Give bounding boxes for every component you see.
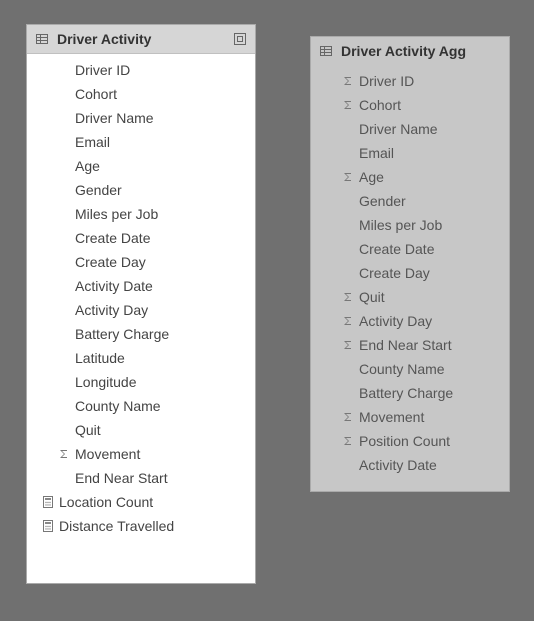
field-label: Age [75, 157, 245, 176]
field-row[interactable]: Distance Travelled [27, 514, 255, 538]
field-row[interactable]: Email [311, 141, 509, 165]
field-row[interactable]: Driver Name [311, 117, 509, 141]
field-row[interactable]: Cohort [311, 93, 509, 117]
field-row[interactable]: Latitude [27, 346, 255, 370]
panel-header[interactable]: Driver Activity [27, 25, 255, 54]
field-label: Driver Name [75, 109, 245, 128]
field-label: Miles per Job [75, 205, 245, 224]
field-row[interactable]: Activity Date [27, 274, 255, 298]
field-row[interactable]: Battery Charge [27, 322, 255, 346]
field-row[interactable]: Email [27, 130, 255, 154]
panel-body: Driver ID Cohort Driver Name Email Age Gender… [27, 54, 255, 550]
sigma-icon [53, 448, 75, 460]
field-row[interactable]: Driver ID [27, 58, 255, 82]
field-row[interactable]: Activity Day [27, 298, 255, 322]
field-row[interactable]: Create Day [311, 261, 509, 285]
field-label: Email [359, 144, 499, 163]
field-label: Distance Travelled [59, 517, 245, 536]
table-icon [319, 44, 333, 58]
field-label: Position Count [359, 432, 499, 451]
panel-body: Driver ID Cohort Driver Name Email Age Gender… [311, 65, 509, 489]
field-label: Create Day [75, 253, 245, 272]
field-label: Battery Charge [359, 384, 499, 403]
field-row[interactable]: Create Date [27, 226, 255, 250]
field-label: Cohort [75, 85, 245, 104]
field-label: End Near Start [359, 336, 499, 355]
field-row[interactable]: Age [27, 154, 255, 178]
panel-title: Driver Activity Agg [341, 43, 501, 59]
field-row[interactable]: Create Day [27, 250, 255, 274]
field-row[interactable]: Driver ID [311, 69, 509, 93]
field-label: County Name [359, 360, 499, 379]
sigma-icon [337, 99, 359, 111]
table-panel-driver-activity-agg[interactable]: Driver Activity AggDriver IDCohortDriver… [310, 36, 510, 492]
field-label: Gender [359, 192, 499, 211]
sigma-icon [337, 291, 359, 303]
field-row[interactable]: Create Date [311, 237, 509, 261]
field-label: Driver ID [359, 72, 499, 91]
field-row[interactable]: End Near Start [311, 333, 509, 357]
field-row[interactable]: Age [311, 165, 509, 189]
sigma-icon [337, 339, 359, 351]
field-label: Latitude [75, 349, 245, 368]
field-label: County Name [75, 397, 245, 416]
field-row[interactable]: Movement [311, 405, 509, 429]
field-row[interactable]: Cohort [27, 82, 255, 106]
table-panel-driver-activity[interactable]: Driver Activity Driver ID Cohort Driver Nam… [26, 24, 256, 584]
field-row[interactable]: Position Count [311, 429, 509, 453]
sigma-icon [337, 75, 359, 87]
sigma-icon [337, 315, 359, 327]
field-row[interactable]: Gender [311, 189, 509, 213]
field-row[interactable]: Miles per Job [311, 213, 509, 237]
kpi-badge-icon [233, 32, 247, 46]
panel-title: Driver Activity [57, 31, 227, 47]
field-row[interactable]: County Name [311, 357, 509, 381]
field-label: Driver Name [359, 120, 499, 139]
field-row[interactable]: Miles per Job [27, 202, 255, 226]
field-row[interactable]: Longitude [27, 370, 255, 394]
field-label: Quit [359, 288, 499, 307]
sigma-icon [337, 435, 359, 447]
field-label: Create Date [359, 240, 499, 259]
field-row[interactable]: County Name [27, 394, 255, 418]
sigma-icon [337, 171, 359, 183]
field-label: Age [359, 168, 499, 187]
calculator-icon [37, 495, 59, 509]
field-label: Location Count [59, 493, 245, 512]
field-label: Driver ID [75, 61, 245, 80]
field-row[interactable]: Activity Day [311, 309, 509, 333]
field-label: Gender [75, 181, 245, 200]
field-row[interactable]: Driver Name [27, 106, 255, 130]
field-label: Quit [75, 421, 245, 440]
field-label: Create Date [75, 229, 245, 248]
field-label: Longitude [75, 373, 245, 392]
field-label: Activity Date [75, 277, 245, 296]
field-label: Movement [75, 445, 245, 464]
field-label: Cohort [359, 96, 499, 115]
field-label: Miles per Job [359, 216, 499, 235]
field-label: Activity Day [359, 312, 499, 331]
field-row[interactable]: Movement [27, 442, 255, 466]
panel-header[interactable]: Driver Activity Agg [311, 37, 509, 65]
field-label: Activity Date [359, 456, 499, 475]
field-label: Email [75, 133, 245, 152]
field-label: End Near Start [75, 469, 245, 488]
calculator-icon [37, 519, 59, 533]
field-row[interactable]: Battery Charge [311, 381, 509, 405]
field-label: Battery Charge [75, 325, 245, 344]
field-row[interactable]: Activity Date [311, 453, 509, 477]
field-label: Create Day [359, 264, 499, 283]
field-row[interactable]: End Near Start [27, 466, 255, 490]
field-row[interactable]: Quit [311, 285, 509, 309]
field-label: Activity Day [75, 301, 245, 320]
field-row[interactable]: Quit [27, 418, 255, 442]
field-row[interactable]: Location Count [27, 490, 255, 514]
table-icon [35, 32, 49, 46]
field-row[interactable]: Gender [27, 178, 255, 202]
field-label: Movement [359, 408, 499, 427]
sigma-icon [337, 411, 359, 423]
